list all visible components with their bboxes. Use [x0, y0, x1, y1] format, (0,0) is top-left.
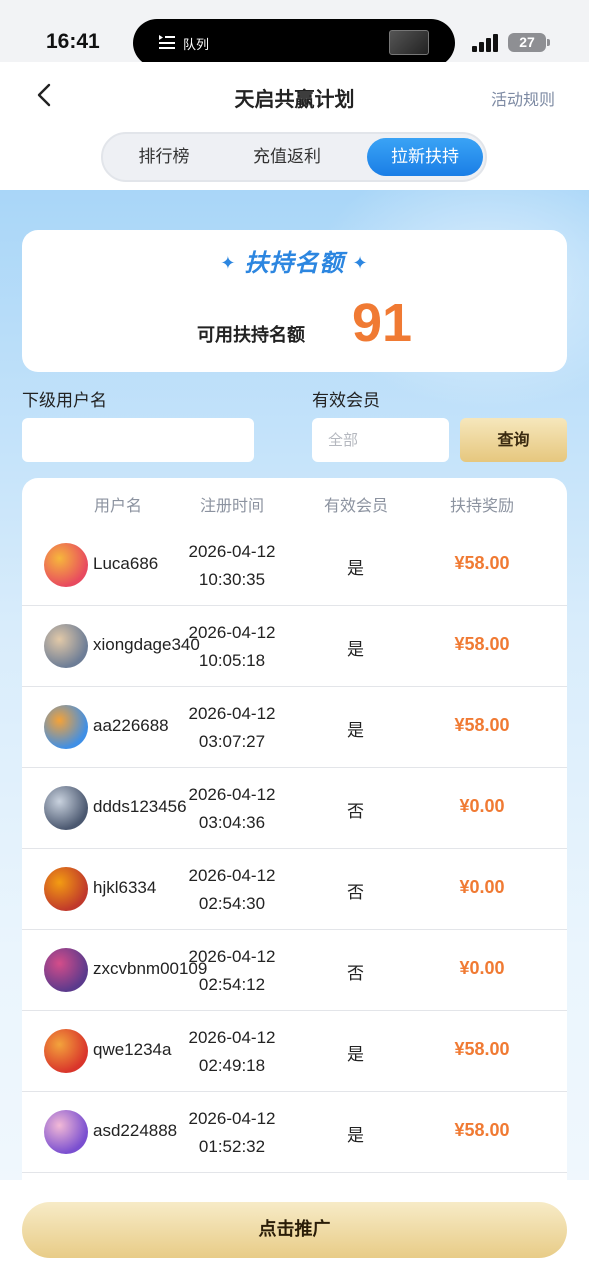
register-time-cell: 2026-04-12 01:52:32 — [172, 1105, 292, 1161]
register-date: 2026-04-12 — [188, 542, 276, 561]
avatar — [44, 786, 88, 830]
reward-cell: ¥58.00 — [454, 553, 510, 573]
member-filter-label: 有效会员 — [312, 391, 380, 411]
avatar — [44, 705, 88, 749]
register-clock: 10:05:18 — [198, 651, 266, 670]
reward-cell: ¥58.00 — [454, 1039, 510, 1059]
avatar — [44, 624, 88, 668]
member-select[interactable]: 全部 — [312, 418, 449, 462]
avatar — [44, 1110, 88, 1154]
avatar — [44, 948, 88, 992]
sparkle-icon: ✦ — [220, 253, 237, 274]
battery-icon: 27 — [508, 33, 546, 52]
register-clock: 02:54:12 — [198, 975, 266, 994]
valid-member-cell: 是 — [347, 1126, 364, 1146]
register-date: 2026-04-12 — [188, 1109, 276, 1128]
valid-member-cell: 否 — [347, 883, 364, 903]
register-time-cell: 2026-04-12 03:04:36 — [172, 781, 292, 837]
register-time-cell: 2026-04-12 10:05:18 — [172, 619, 292, 675]
username-input[interactable] — [22, 418, 254, 462]
username-cell: asd224888 — [93, 1121, 178, 1140]
header-support-reward: 扶持奖励 — [449, 496, 514, 515]
register-time-cell: 2026-04-12 02:49:18 — [172, 1024, 292, 1080]
username-cell: hjkl6334 — [93, 878, 157, 897]
username-filter-label: 下级用户名 — [22, 391, 107, 411]
query-button[interactable]: 查询 — [460, 418, 567, 462]
referral-table: 用户名 注册时间 有效会员 扶持奖励 Luca686 2026-04-12 10:3… — [22, 478, 567, 1280]
reward-cell: ¥0.00 — [459, 877, 505, 897]
register-date: 2026-04-12 — [188, 947, 276, 966]
battery-cap — [547, 39, 550, 46]
table-row: xiongdage340 2026-04-12 10:05:18 是 ¥58.00 — [22, 606, 567, 687]
valid-member-cell: 是 — [347, 640, 364, 660]
register-clock: 03:04:36 — [198, 813, 266, 832]
avatar — [44, 867, 88, 911]
quota-heading-text: 扶持名额 — [244, 249, 345, 277]
reward-cell: ¥0.00 — [459, 796, 505, 816]
avatar — [44, 1029, 88, 1073]
register-date: 2026-04-12 — [188, 866, 276, 885]
register-time-cell: 2026-04-12 02:54:12 — [172, 943, 292, 999]
table-row: hjkl6334 2026-04-12 02:54:30 否 ¥0.00 — [22, 849, 567, 930]
valid-member-cell: 否 — [347, 802, 364, 822]
media-thumbnail — [389, 30, 429, 55]
quota-heading: ✦ 扶持名额 ✦ — [22, 243, 567, 278]
register-date: 2026-04-12 — [188, 704, 276, 723]
queue-icon — [159, 35, 175, 49]
valid-member-cell: 否 — [347, 964, 364, 984]
avatar — [44, 543, 88, 587]
table-row: Luca686 2026-04-12 10:30:35 是 ¥58.00 — [22, 525, 567, 606]
register-date: 2026-04-12 — [188, 623, 276, 642]
username-cell: aa226688 — [93, 716, 169, 735]
table-row: aa226688 2026-04-12 03:07:27 是 ¥58.00 — [22, 687, 567, 768]
quota-value: 91 — [352, 293, 413, 353]
reward-cell: ¥58.00 — [454, 1120, 510, 1140]
bottom-bar: 点击推广 — [0, 1180, 589, 1280]
register-clock: 10:30:35 — [198, 570, 266, 589]
register-date: 2026-04-12 — [188, 785, 276, 804]
reward-cell: ¥58.00 — [454, 634, 510, 654]
tab-bar: 排行榜 充值返利 拉新扶持 — [101, 132, 487, 182]
header-username: 用户名 — [93, 496, 142, 515]
valid-member-cell: 是 — [347, 1045, 364, 1065]
quota-card: ✦ 扶持名额 ✦ 可用扶持名额 91 — [22, 230, 567, 372]
register-date: 2026-04-12 — [188, 1028, 276, 1047]
table-row: asd224888 2026-04-12 01:52:32 是 ¥58.00 — [22, 1092, 567, 1173]
register-time-cell: 2026-04-12 02:54:30 — [172, 862, 292, 918]
register-time-cell: 2026-04-12 03:07:27 — [172, 700, 292, 756]
table-row: qwe1234a 2026-04-12 02:49:18 是 ¥58.00 — [22, 1011, 567, 1092]
reward-cell: ¥58.00 — [454, 715, 510, 735]
valid-member-cell: 是 — [347, 559, 364, 579]
register-clock: 02:54:30 — [198, 894, 266, 913]
quota-label: 可用扶持名额 — [197, 325, 305, 346]
sparkle-icon: ✦ — [352, 253, 369, 274]
register-time-cell: 2026-04-12 10:30:35 — [172, 538, 292, 594]
island-label: 队列 — [183, 38, 210, 53]
tab-recharge-rebate[interactable]: 充值返利 — [229, 138, 345, 176]
username-cell: qwe1234a — [93, 1040, 172, 1059]
header-register-time: 注册时间 — [199, 496, 264, 515]
username-cell: Luca686 — [93, 554, 159, 573]
table-row: zxcvbnm00109 2026-04-12 02:54:12 否 ¥0.00 — [22, 930, 567, 1011]
valid-member-cell: 是 — [347, 721, 364, 741]
promote-button[interactable]: 点击推广 — [22, 1202, 567, 1258]
register-clock: 01:52:32 — [198, 1137, 266, 1156]
tab-referral-support[interactable]: 拉新扶持 — [367, 138, 483, 176]
status-bar: 16:41 队列 27 — [0, 0, 589, 67]
dynamic-island[interactable]: 队列 — [133, 19, 455, 67]
cellular-signal-icon — [472, 34, 502, 52]
reward-cell: ¥0.00 — [459, 958, 505, 978]
activity-rules-link[interactable]: 活动规则 — [491, 86, 555, 110]
register-clock: 03:07:27 — [198, 732, 266, 751]
status-time: 16:41 — [46, 30, 100, 53]
header-valid-member: 有效会员 — [323, 496, 388, 515]
table-row: ddds123456 2026-04-12 03:04:36 否 ¥0.00 — [22, 768, 567, 849]
tab-leaderboard[interactable]: 排行榜 — [109, 138, 219, 176]
register-clock: 02:49:18 — [198, 1056, 266, 1075]
nav-bar: 天启共赢计划 活动规则 排行榜 充值返利 拉新扶持 — [0, 62, 589, 190]
